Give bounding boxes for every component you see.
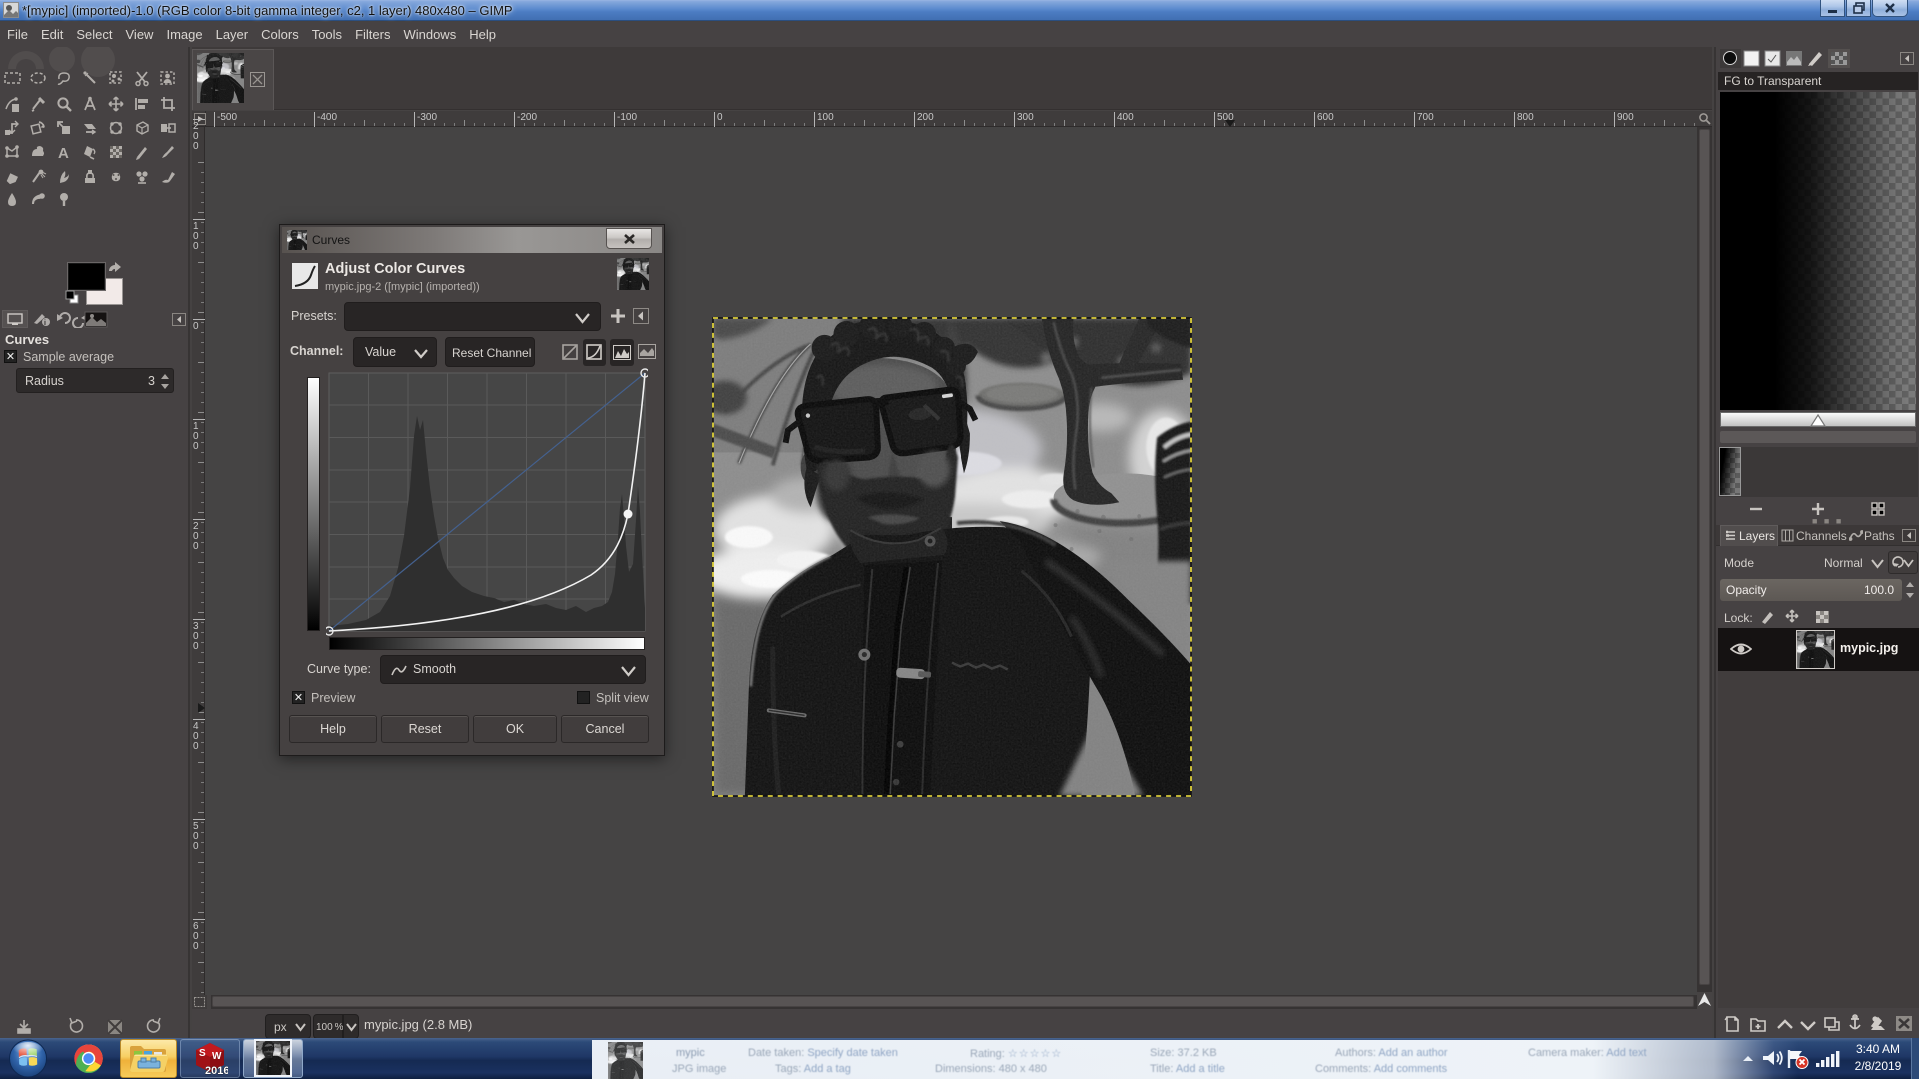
svg-text:2016: 2016 (205, 1065, 228, 1077)
svg-text:W: W (212, 1051, 222, 1062)
svg-text:S: S (199, 1048, 206, 1059)
svg-text:A: A (58, 145, 69, 162)
svg-text:i: i (44, 320, 46, 327)
